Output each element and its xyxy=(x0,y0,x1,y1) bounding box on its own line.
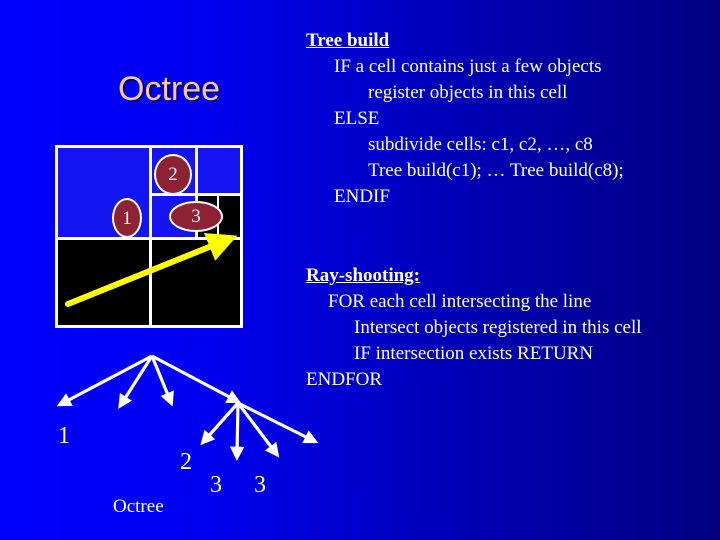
tree-edge-sub-4 xyxy=(237,401,319,444)
grid-object-3: 3 xyxy=(169,201,223,232)
tree-edge-sub-3 xyxy=(236,402,280,458)
tree-build-line-5: Tree build(c1); … Tree build(c8); xyxy=(368,160,624,181)
tree-node-label-2: 2 xyxy=(180,449,192,475)
ray-shooting-block: Ray-shooting: FOR each cell intersecting… xyxy=(306,263,642,393)
ray-shooting-line-3: IF intersection exists RETURN xyxy=(354,343,594,364)
tree-node-label-3b: 3 xyxy=(254,472,266,498)
grid-line-mid-vertical xyxy=(149,148,152,325)
ray-shooting-line-4: ENDFOR xyxy=(306,369,383,390)
tree-edge-root-4 xyxy=(151,354,242,404)
grid-object-2-label: 2 xyxy=(168,164,178,185)
tree-build-line-6: ENDIF xyxy=(334,186,390,207)
tree-diagram-caption: Octree xyxy=(113,496,164,517)
grid-cell-bottom-left xyxy=(58,237,149,325)
tree-build-line-2: register objects in this cell xyxy=(368,82,568,103)
ray-shooting-line-2: Intersect objects registered in this cel… xyxy=(354,317,642,338)
octree-grid-diagram: 1 2 3 xyxy=(55,145,243,328)
tree-build-heading: Tree build xyxy=(306,30,390,51)
grid-line-outer-right xyxy=(240,145,243,328)
grid-object-1-label: 1 xyxy=(122,207,132,229)
tree-node-label-3a: 3 xyxy=(210,472,222,498)
tree-build-line-4: subdivide cells: c1, c2, …, c8 xyxy=(368,134,593,155)
grid-line-outer-bottom xyxy=(55,325,243,328)
tree-edge-sub-1 xyxy=(200,401,240,446)
grid-cell-tr-ne xyxy=(195,148,240,193)
tree-build-line-3: ELSE xyxy=(334,108,380,129)
tree-build-line-1: IF a cell contains just a few objects xyxy=(334,56,602,77)
tree-edge-sub-2 xyxy=(229,402,245,462)
tree-build-block: Tree build IF a cell contains just a few… xyxy=(306,28,624,210)
grid-object-2: 2 xyxy=(154,154,192,195)
tree-node-label-1: 1 xyxy=(58,423,70,449)
grid-object-3-label: 3 xyxy=(191,206,201,227)
grid-object-1: 1 xyxy=(112,198,142,238)
ray-shooting-line-1: FOR each cell intersecting the line xyxy=(328,291,592,312)
ray-shooting-heading: Ray-shooting: xyxy=(306,265,421,286)
page-title: Octree xyxy=(118,70,221,108)
slide-canvas: Octree 1 2 3 Tree build IF a cell contai… xyxy=(0,0,720,540)
grid-cell-bottom-right xyxy=(149,237,240,325)
